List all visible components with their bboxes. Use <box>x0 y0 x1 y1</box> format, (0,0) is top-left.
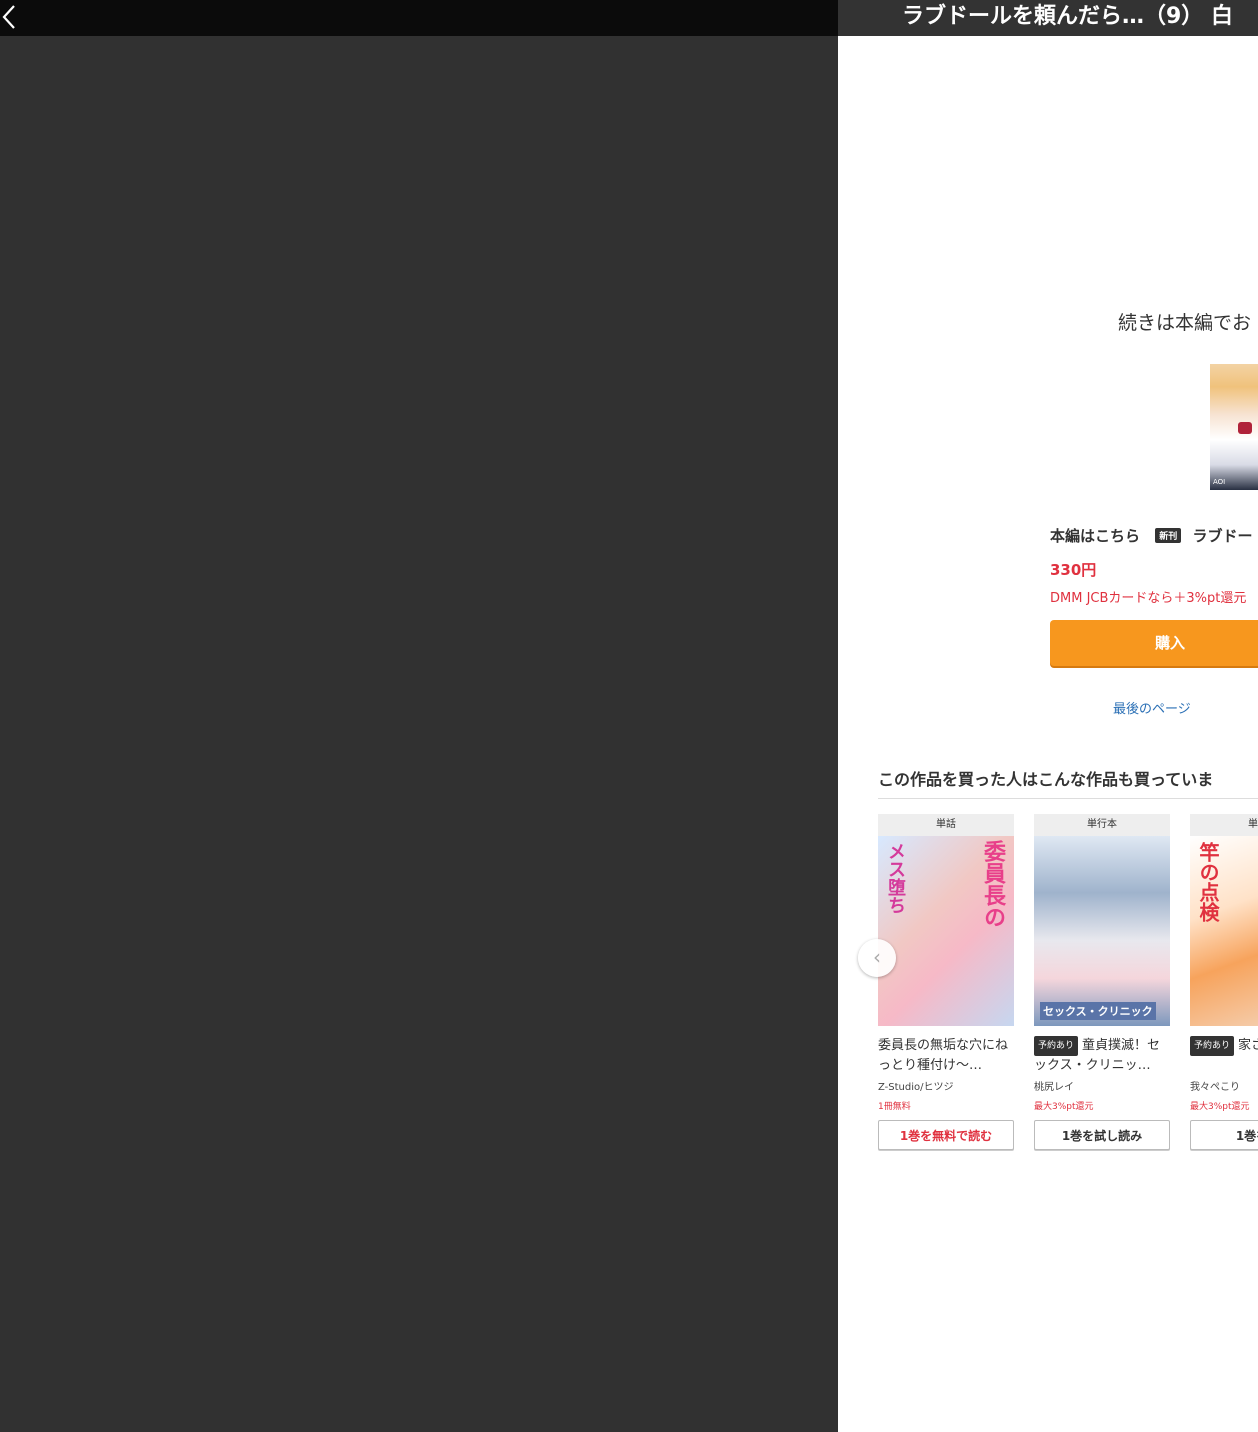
product-price: 330円 <box>1050 561 1097 579</box>
recommendation-card[interactable]: 単話 委員長の メス堕ち 委員長の無垢な穴にねっとり種付け〜… Z-Studio… <box>878 814 1014 1150</box>
read-free-button[interactable]: 1巻を無料で読む <box>878 1120 1014 1150</box>
continue-message: 続きは本編でお <box>1118 312 1252 334</box>
recommendation-card[interactable]: 単行 竿の点検 予約あり家さんは竿の 我々ぺこり 最大3%pt還元 1巻を試 <box>1190 814 1258 1150</box>
last-page-link[interactable]: 最後のページ <box>1113 698 1191 717</box>
honpen-row: 本編はこちら 新刊 ラブドー <box>1050 525 1253 546</box>
trial-read-button[interactable]: 1巻を試し読み <box>1034 1120 1170 1150</box>
recommendations-heading: この作品を買った人はこんな作品も買っていま <box>878 770 1214 789</box>
card-cover-image[interactable]: セックス・クリニック <box>1034 836 1170 1026</box>
trial-read-button[interactable]: 1巻を試 <box>1190 1120 1258 1150</box>
honpen-label: 本編はこちら <box>1050 527 1141 545</box>
card-title[interactable]: 予約あり 童貞撲滅！セックス・クリニッ… <box>1034 1036 1170 1076</box>
card-type-label: 単話 <box>878 814 1014 836</box>
cover-title-text: 委員長の <box>980 840 1005 928</box>
card-title-text: 家さんは竿の <box>1238 1038 1258 1053</box>
cover-signature: AOI <box>1213 478 1226 486</box>
card-title[interactable]: 委員長の無垢な穴にねっとり種付け〜… <box>878 1036 1014 1076</box>
reservation-badge: 予約あり <box>1190 1036 1235 1056</box>
card-note: 最大3%pt還元 <box>1190 1102 1250 1112</box>
cover-bow <box>1238 422 1252 434</box>
card-type-label: 単行本 <box>1034 814 1170 836</box>
card-note: 最大3%pt還元 <box>1034 1102 1094 1112</box>
card-title-text: 委員長の無垢な穴にねっとり種付け〜… <box>878 1038 1009 1073</box>
viewer-toolbar-left <box>0 0 838 36</box>
cover-title-text: 竿の点検 <box>1196 842 1220 922</box>
chevron-left-icon: ‹ <box>873 945 881 969</box>
recommendation-card[interactable]: 単行本 セックス・クリニック 予約あり 童貞撲滅！セックス・クリニッ… 桃尻レイ … <box>1034 814 1170 1150</box>
card-type-label: 単行 <box>1190 814 1258 836</box>
book-title: ラブドールを頼んだら…（9） 白 <box>902 4 1233 29</box>
new-release-badge: 新刊 <box>1155 528 1182 543</box>
main-cover-image[interactable]: AOI <box>1210 364 1258 490</box>
viewer-title-bar: ラブドールを頼んだら…（9） 白 <box>838 0 1258 36</box>
end-page-panel: 続きは本編でお AOI 本編はこちら 新刊 ラブドー 330円 DMM JCBカ… <box>838 36 1258 1432</box>
card-author[interactable]: 桃尻レイ <box>1034 1078 1170 1093</box>
jcb-point-note: DMM JCBカードなら＋3%pt還元 <box>1050 591 1247 606</box>
cover-title-text: セックス・クリニック <box>1040 1002 1156 1020</box>
back-chevron-icon[interactable] <box>0 2 22 32</box>
reservation-badge: 予約あり <box>1034 1036 1079 1056</box>
card-note: 1冊無料 <box>878 1102 911 1112</box>
card-cover-image[interactable]: 委員長の メス堕ち <box>878 836 1014 1026</box>
buy-button[interactable]: 購入 <box>1050 620 1258 666</box>
card-author[interactable]: Z-Studio/ヒツジ <box>878 1078 1014 1093</box>
card-author[interactable]: 我々ぺこり <box>1190 1078 1258 1093</box>
product-title-link[interactable]: ラブドー <box>1193 527 1253 545</box>
card-title[interactable]: 予約あり家さんは竿の <box>1190 1036 1258 1076</box>
cover-subtitle-text: メス堕ち <box>885 842 906 914</box>
carousel-prev-button[interactable]: ‹ <box>858 939 896 977</box>
card-cover-image[interactable]: 竿の点検 <box>1190 836 1258 1026</box>
divider <box>878 798 1258 799</box>
